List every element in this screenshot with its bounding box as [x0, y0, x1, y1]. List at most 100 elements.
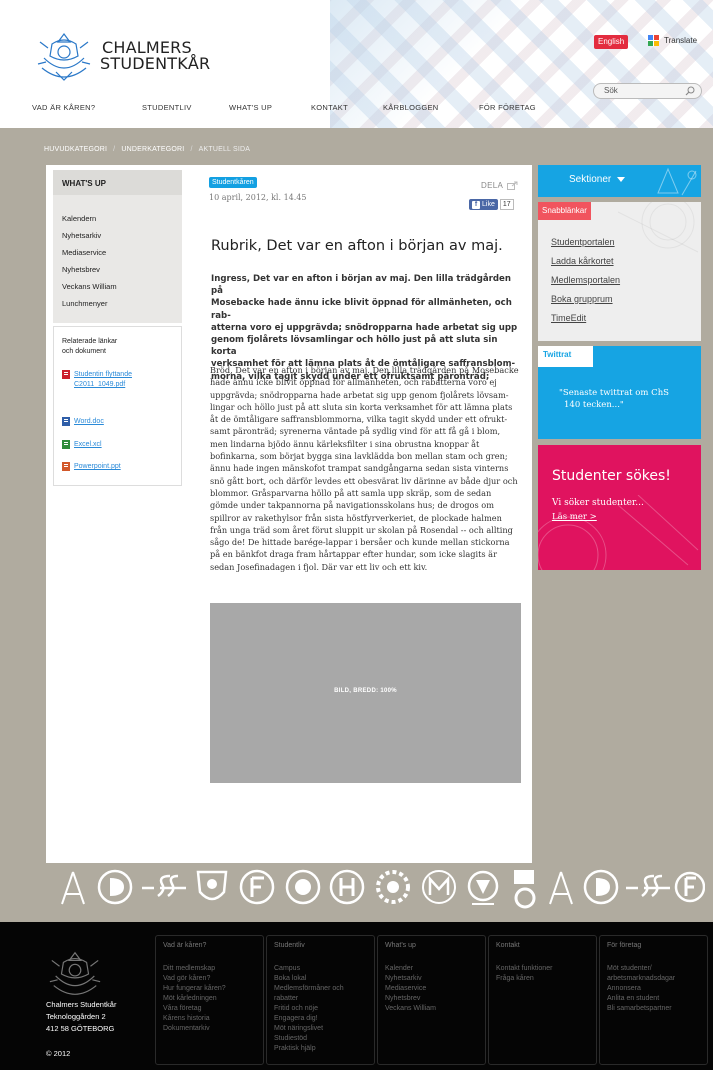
section-logo-td-icon[interactable]: [512, 868, 538, 910]
footer-link[interactable]: rabatter: [274, 994, 367, 1004]
ingress-line: Mosebacke hade ännu icke blivit öppnad f…: [211, 298, 512, 321]
nav-item-for-foretag[interactable]: FÖR FÖRETAG: [479, 103, 536, 112]
nav-item-vad-ar-karen[interactable]: VAD ÄR KÅREN?: [32, 103, 95, 112]
footer-column-title[interactable]: Kontakt: [496, 942, 589, 949]
body-line: åt de ömtåligare saffransblommorna, vilk…: [210, 414, 508, 425]
breadcrumb-separator: /: [190, 146, 193, 153]
doc-link-pdf[interactable]: Studentin flyttande C2011_1049.pdf: [62, 370, 132, 390]
footer-link[interactable]: Annonsera: [607, 984, 700, 994]
doc-link-pdf-line-1: Studentin flyttande: [74, 371, 132, 378]
footer-link[interactable]: Fråga kåren: [496, 974, 589, 984]
body-line: blommor. Gråsparvarna höllo på att samla…: [210, 487, 492, 498]
footer-link[interactable]: Hur fungerar kåren?: [163, 984, 256, 994]
quick-link-timeedit[interactable]: TimeEdit: [551, 313, 620, 332]
translate-widget[interactable]: Translate: [648, 34, 697, 48]
breadcrumb-item-1[interactable]: HUVUDKATEGORI: [44, 146, 107, 153]
footer-link[interactable]: Kalender: [385, 964, 478, 974]
tweet-text[interactable]: "Senaste twittrat om ChS 140 tecken...": [559, 387, 689, 411]
footer-link[interactable]: Ditt medlemskap: [163, 964, 256, 974]
footer-link[interactable]: Campus: [274, 964, 367, 974]
section-logos-strip: [40, 868, 705, 916]
footer-address-line-3: 412 58 GÖTEBORG: [46, 1024, 115, 1033]
section-logo-d-2-icon[interactable]: [582, 868, 620, 906]
footer-link[interactable]: Anlita en student: [607, 994, 700, 1004]
share-button[interactable]: DELA: [481, 181, 518, 190]
sidebar-item-kalendern[interactable]: Kalendern: [62, 214, 173, 231]
footer-link[interactable]: Nyhetsbrev: [385, 994, 478, 1004]
read-more-link[interactable]: Läs mer >: [552, 512, 597, 522]
doc-link-powerpoint[interactable]: Powerpoint.ppt: [62, 462, 121, 472]
like-label: Like: [482, 201, 495, 208]
quick-link-boka-grupprum[interactable]: Boka grupprum: [551, 294, 620, 313]
facebook-like: f Like 17: [469, 199, 514, 210]
footer-link[interactable]: Mediaservice: [385, 984, 478, 994]
quick-link-studentportalen[interactable]: Studentportalen: [551, 237, 620, 256]
section-logo-f-2-icon[interactable]: [672, 868, 705, 908]
footer-link[interactable]: Praktisk hjälp: [274, 1044, 367, 1054]
section-logo-es-2-icon[interactable]: [624, 868, 672, 906]
image-placeholder-label: BILD, BREDD: 100%: [334, 688, 397, 694]
sidebar-item-mediaservice[interactable]: Mediaservice: [62, 248, 173, 265]
section-logo-crest-icon[interactable]: [464, 868, 502, 908]
nav-item-kontakt[interactable]: KONTAKT: [311, 103, 348, 112]
footer-link[interactable]: Bli samarbetspartner: [607, 1004, 700, 1014]
breadcrumb-item-2[interactable]: UNDERKATEGORI: [121, 146, 184, 153]
footer-link[interactable]: arbetsmarknadsdagar: [607, 974, 700, 984]
nav-item-studentliv[interactable]: STUDENTLIV: [142, 103, 192, 112]
category-tag[interactable]: Studentkåren: [209, 177, 257, 188]
footer-link[interactable]: Möt kårledningen: [163, 994, 256, 1004]
footer-link[interactable]: Medlemsförmåner och: [274, 984, 367, 994]
english-language-button[interactable]: English: [594, 35, 629, 49]
footer-link[interactable]: Nyhetsarkiv: [385, 974, 478, 984]
section-logo-m-icon[interactable]: [420, 868, 458, 906]
nav-item-karbloggen[interactable]: KÅRBLOGGEN: [383, 103, 439, 112]
footer-column-studentliv: Studentliv Campus Boka lokal Medlemsförm…: [266, 935, 375, 1065]
section-logo-es-icon[interactable]: [140, 868, 188, 906]
footer-column-title[interactable]: Studentliv: [274, 942, 367, 949]
footer-link[interactable]: Kårens historia: [163, 1014, 256, 1024]
sidebar-item-veckans-william[interactable]: Veckans William: [62, 282, 173, 299]
quick-link-ladda-karkortet[interactable]: Ladda kårkortet: [551, 256, 620, 275]
section-logo-compass-icon[interactable]: [58, 868, 88, 908]
footer-link[interactable]: Möt studenter/: [607, 964, 700, 974]
footer-link[interactable]: Engagera dig!: [274, 1014, 367, 1024]
section-logo-wheel-icon[interactable]: [284, 868, 322, 906]
footer-link[interactable]: Vad gör kåren?: [163, 974, 256, 984]
quick-link-medlemsportalen[interactable]: Medlemsportalen: [551, 275, 620, 294]
footer-column-title[interactable]: What's up: [385, 942, 478, 949]
footer-link[interactable]: Dokumentarkiv: [163, 1024, 256, 1034]
footer-link[interactable]: Boka lokal: [274, 974, 367, 984]
sektioner-label: Sektioner: [569, 174, 612, 185]
footer-column-title[interactable]: För företag: [607, 942, 700, 949]
section-logo-d-icon[interactable]: [96, 868, 134, 906]
nav-item-whats-up[interactable]: WHAT'S UP: [229, 103, 272, 112]
footer-column-title[interactable]: Vad är kåren?: [163, 942, 256, 949]
section-logo-compass-2-icon[interactable]: [546, 868, 576, 908]
related-documents: Relaterade länkar och dokument Studentin…: [53, 326, 182, 486]
footer-link[interactable]: Möt näringslivet: [274, 1024, 367, 1034]
sidebar-item-nyhetsarkiv[interactable]: Nyhetsarkiv: [62, 231, 173, 248]
chalmers-emblem-icon[interactable]: [34, 28, 94, 84]
footer-link[interactable]: Veckans William: [385, 1004, 478, 1014]
body-line: snö gått bort, och därför levdes ett obe…: [210, 475, 518, 486]
footer-link[interactable]: Våra företag: [163, 1004, 256, 1014]
site-logo-text[interactable]: CHALMERS STUDENTKÅR: [100, 40, 210, 72]
facebook-like-button[interactable]: f Like: [469, 199, 498, 210]
footer-link[interactable]: Studiestöd: [274, 1034, 367, 1044]
search-icon[interactable]: [685, 86, 695, 96]
section-logo-gear-icon[interactable]: [374, 868, 412, 906]
section-logo-h-icon[interactable]: [328, 868, 366, 906]
footer-link[interactable]: Kontakt funktioner: [496, 964, 589, 974]
article-body: Bröd, Det var en afton i början av maj. …: [210, 364, 522, 573]
sidebar-item-lunchmenyer[interactable]: Lunchmenyer: [62, 299, 173, 316]
search-input[interactable]: Sök: [593, 83, 702, 99]
footer-link[interactable]: Fritid och nöje: [274, 1004, 367, 1014]
sektioner-dropdown[interactable]: Sektioner: [538, 165, 701, 197]
promo-banner[interactable]: Studenter sökes! Vi söker studenter... L…: [538, 445, 701, 570]
sidebar-item-nyhetsbrev[interactable]: Nyhetsbrev: [62, 265, 173, 282]
doc-link-excel[interactable]: Excel.xcl: [62, 440, 102, 450]
section-logo-shield-icon[interactable]: [194, 868, 230, 908]
doc-link-word[interactable]: Word.doc: [62, 417, 104, 427]
quick-links-title: Snabblänkar: [538, 202, 591, 220]
section-logo-f-icon[interactable]: [238, 868, 276, 906]
